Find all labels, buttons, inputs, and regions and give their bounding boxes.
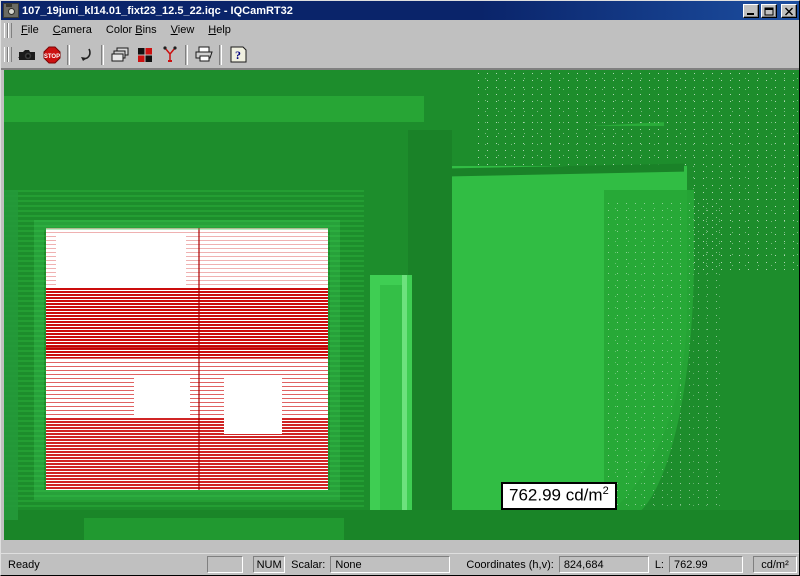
callout-unit: cd/m bbox=[561, 485, 603, 505]
menu-item-camera[interactable]: Camera bbox=[46, 22, 99, 39]
menu-item-view[interactable]: View bbox=[164, 22, 202, 39]
toolbar-separator bbox=[101, 44, 104, 65]
toolbar-drag-grip[interactable] bbox=[4, 46, 12, 63]
menu-bar: File Camera Color Bins View Help bbox=[1, 20, 799, 41]
measure-tool-icon[interactable] bbox=[158, 43, 182, 66]
ceiling-highlight bbox=[4, 96, 424, 122]
door-frame-edge bbox=[402, 275, 407, 540]
panel-edge-noise bbox=[604, 200, 724, 540]
status-coordinates-value: 824,684 bbox=[558, 556, 649, 573]
status-bar: Ready NUM Scalar: None Coordinates (h,v)… bbox=[1, 553, 799, 575]
maximize-button[interactable] bbox=[761, 3, 777, 18]
wall-column bbox=[408, 130, 452, 540]
close-button[interactable] bbox=[781, 3, 797, 18]
window-title: 107_19juni_kl14.01_fixt23_12.5_22.iqc - … bbox=[22, 4, 293, 17]
luminance-value-callout: 762.99 cd/m2 bbox=[501, 482, 617, 510]
client-area: 762.99 cd/m2 bbox=[1, 69, 799, 553]
capture-camera-icon[interactable] bbox=[15, 43, 39, 66]
toolbar-separator bbox=[185, 44, 188, 65]
toolbar: STOP ? bbox=[1, 41, 799, 69]
title-bar: 107_19juni_kl14.01_fixt23_12.5_22.iqc - … bbox=[1, 1, 799, 20]
stop-icon[interactable]: STOP bbox=[40, 43, 64, 66]
svg-text:STOP: STOP bbox=[44, 54, 60, 60]
status-luminance-value: 762.99 bbox=[669, 556, 743, 573]
luminance-false-color-image[interactable]: 762.99 cd/m2 bbox=[4, 70, 799, 540]
status-luminance-label: L: bbox=[654, 558, 664, 571]
callout-unit-exponent: 2 bbox=[602, 485, 609, 497]
door-frame-inner bbox=[380, 285, 402, 535]
status-unit-value: cd/m² bbox=[753, 556, 797, 573]
status-spacer-pane bbox=[207, 556, 244, 573]
undo-arrow-icon[interactable] bbox=[74, 43, 98, 66]
status-scalar-value: None bbox=[330, 556, 451, 573]
toolbar-separator bbox=[67, 44, 70, 65]
menu-item-help[interactable]: Help bbox=[201, 22, 238, 39]
minimize-button[interactable] bbox=[743, 3, 759, 18]
menu-item-file[interactable]: File bbox=[14, 22, 46, 39]
menu-drag-grip[interactable] bbox=[4, 22, 12, 39]
status-num-indicator: NUM bbox=[253, 556, 286, 573]
application-window: 107_19juni_kl14.01_fixt23_12.5_22.iqc - … bbox=[0, 0, 800, 576]
status-scalar-label: Scalar: bbox=[291, 558, 326, 571]
left-edge-strip bbox=[4, 190, 18, 520]
window-frame-halo bbox=[34, 220, 340, 500]
layers-copy-icon[interactable] bbox=[108, 43, 132, 66]
print-icon[interactable] bbox=[192, 43, 216, 66]
help-icon[interactable]: ? bbox=[226, 43, 250, 66]
svg-text:?: ? bbox=[235, 48, 241, 62]
status-ready-text: Ready bbox=[8, 558, 40, 571]
callout-value: 762.99 bbox=[509, 485, 561, 505]
window-controls bbox=[743, 3, 797, 18]
floor-highlight bbox=[84, 518, 344, 540]
toolbar-separator bbox=[219, 44, 222, 65]
camera-icon bbox=[3, 3, 19, 18]
menu-item-color-bins[interactable]: Color Bins bbox=[99, 22, 164, 39]
color-bins-icon[interactable] bbox=[133, 43, 157, 66]
status-coordinates-label: Coordinates (h,v): bbox=[466, 558, 554, 571]
